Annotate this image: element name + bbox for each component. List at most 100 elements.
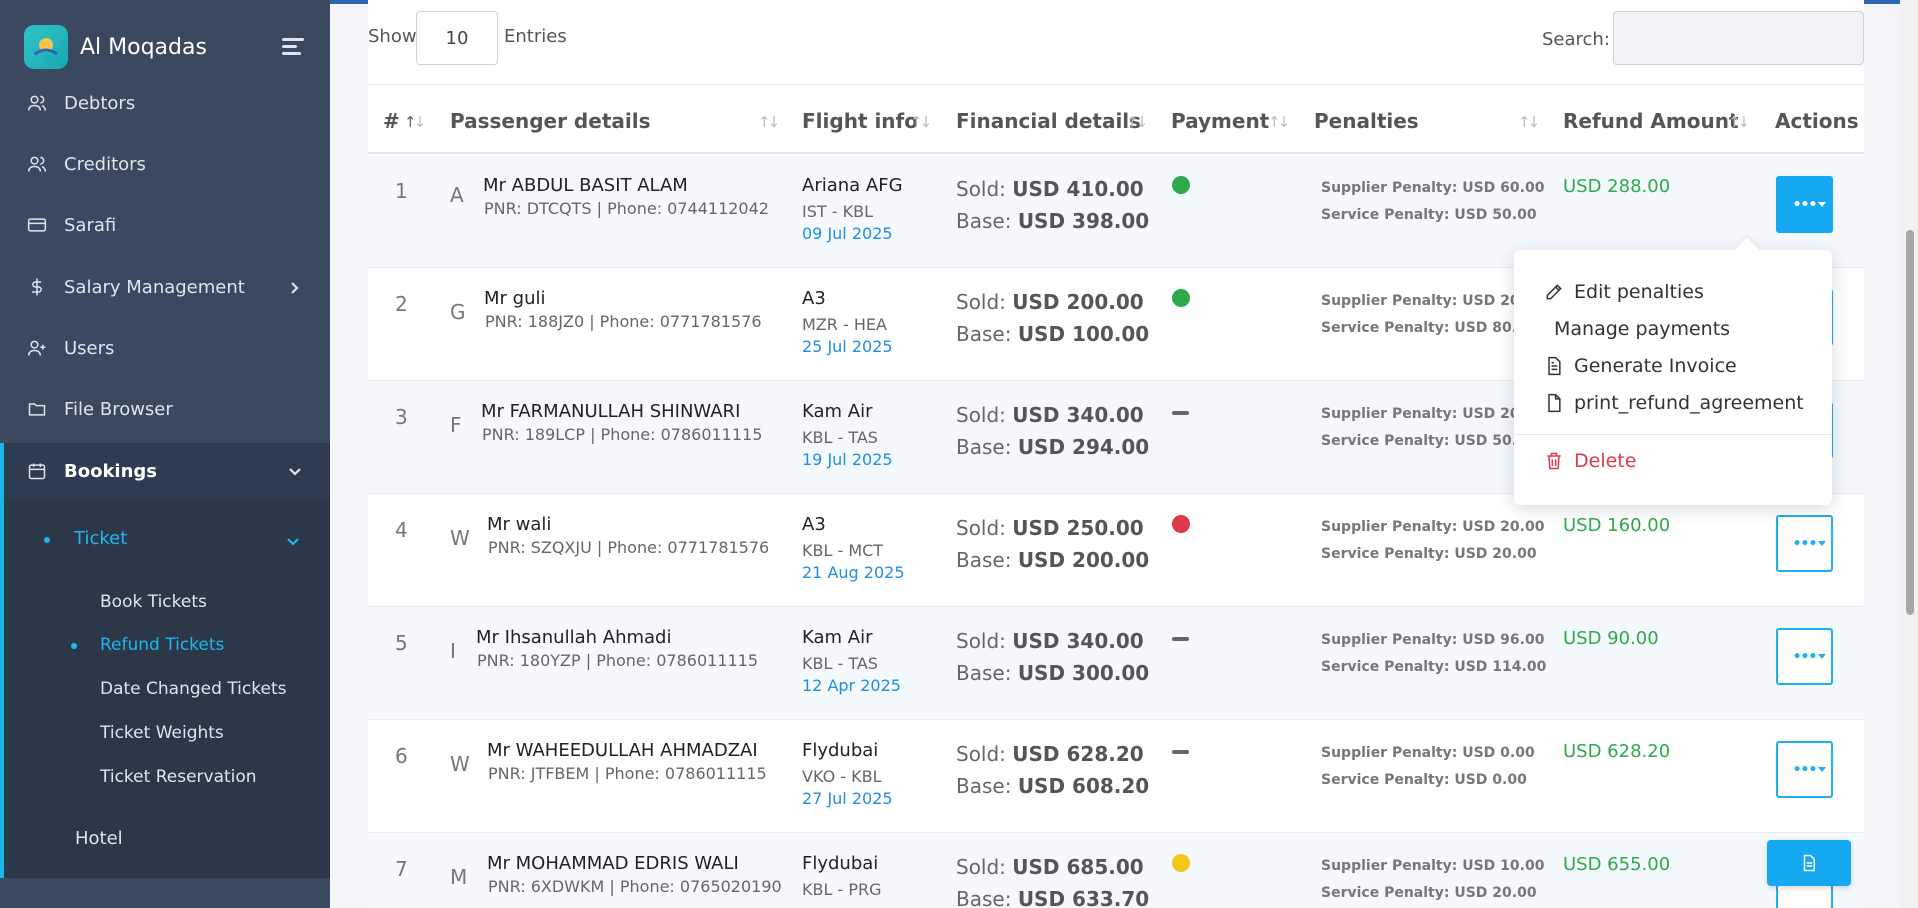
row-actions-button[interactable]: ••• — [1776, 515, 1833, 572]
sidebar-item-ticket-reservation[interactable]: Ticket Reservation — [100, 767, 257, 787]
sidebar-item-debtors[interactable]: Debtors — [0, 75, 330, 131]
col-flight-info[interactable]: Flight info — [802, 109, 918, 133]
sidebar-item-ticket[interactable]: Ticket — [74, 528, 127, 549]
supplier-penalty: Supplier Penalty: USD 20.00 — [1321, 406, 1545, 422]
passenger-name: Mr MOHAMMAD EDRIS WALI — [487, 853, 739, 874]
row-actions-button[interactable]: ••• — [1776, 176, 1833, 233]
sidebar-item-refund-tickets[interactable]: Refund Tickets — [100, 635, 224, 655]
col-number[interactable]: # — [383, 109, 400, 133]
caret-down-icon — [1818, 767, 1826, 772]
passenger-name: Mr FARMANULLAH SHINWARI — [481, 401, 741, 422]
active-dot — [71, 643, 77, 649]
dropdown-divider — [1514, 434, 1832, 435]
passenger-pnr-phone: PNR: 188JZ0 | Phone: 0771781576 — [485, 312, 762, 331]
sold-amount: Sold: USD 410.00 — [956, 177, 1144, 201]
document-icon — [1548, 356, 1561, 376]
col-penalties[interactable]: Penalties — [1314, 109, 1419, 133]
search-input[interactable] — [1613, 11, 1864, 65]
row-number: 7 — [395, 857, 408, 881]
passenger-name: Mr WAHEEDULLAH AHMADZAI — [487, 740, 758, 761]
flight-route: MZR - HEA — [802, 315, 887, 334]
credit-card-icon — [26, 214, 48, 236]
flight-airline: Flydubai — [802, 853, 879, 874]
flight-date: 21 Aug 2025 — [802, 563, 905, 582]
row-number: 3 — [395, 405, 408, 429]
sort-icon[interactable]: ↑↓ — [1126, 113, 1148, 131]
users-icon — [26, 92, 48, 114]
sidebar-item-label: Users — [64, 337, 115, 359]
sidebar-item-sarafi[interactable]: Sarafi — [0, 197, 330, 253]
base-amount: Base: USD 200.00 — [956, 548, 1150, 572]
refund-amount: USD 90.00 — [1563, 628, 1659, 649]
app-logo-icon — [24, 25, 68, 69]
entries-label: Entries — [504, 26, 567, 47]
caret-down-icon — [1818, 541, 1826, 546]
base-amount: Base: USD 398.00 — [956, 209, 1150, 233]
base-amount: Base: USD 294.00 — [956, 435, 1150, 459]
sort-icon[interactable]: ↑↓ — [1518, 113, 1540, 131]
flight-date: 25 Jul 2025 — [802, 337, 893, 356]
menu-toggle-icon[interactable] — [282, 38, 304, 56]
service-penalty: Service Penalty: USD 20.00 — [1321, 546, 1537, 562]
row-number: 6 — [395, 744, 408, 768]
sidebar-item-date-changed-tickets[interactable]: Date Changed Tickets — [100, 679, 286, 699]
passenger-pnr-phone: PNR: SZQXJU | Phone: 0771781576 — [488, 538, 770, 557]
sort-icon[interactable]: ↑↓ — [1268, 113, 1290, 131]
base-amount: Base: USD 633.70 — [956, 887, 1150, 908]
passenger-pnr-phone: PNR: 180YZP | Phone: 0786011115 — [477, 651, 759, 670]
sidebar-item-salary-management[interactable]: Salary Management — [0, 259, 330, 315]
col-refund-amount[interactable]: Refund Amount — [1563, 109, 1739, 133]
flight-airline: A3 — [802, 288, 826, 309]
chevron-down-icon — [288, 463, 302, 477]
payment-status-indicator — [1172, 411, 1189, 415]
flight-date: 27 Jul 2025 — [802, 789, 893, 808]
sidebar-item-bookings[interactable]: Bookings — [0, 443, 330, 499]
col-actions: Actions — [1775, 109, 1859, 133]
sidebar-item-label: Debtors — [64, 92, 136, 114]
col-payment[interactable]: Payment — [1171, 109, 1269, 133]
sidebar: Al Moqadas Debtors Creditors Sarafi Sala… — [0, 0, 330, 908]
print-refund-agreement-menu-item[interactable]: print_refund_agreement — [1544, 392, 1804, 414]
sold-amount: Sold: USD 200.00 — [956, 290, 1144, 314]
base-amount: Base: USD 300.00 — [956, 661, 1150, 685]
sort-icon[interactable]: ↑↓ — [758, 113, 780, 131]
dollar-icon — [26, 276, 48, 298]
passenger-initial: W — [450, 752, 470, 776]
sidebar-item-users[interactable]: Users — [0, 320, 330, 376]
row-actions-button[interactable]: ••• — [1776, 628, 1833, 685]
more-icon: ••• — [1792, 535, 1818, 552]
sidebar-item-hotel[interactable]: Hotel — [75, 828, 123, 849]
chevron-right-icon — [288, 279, 302, 294]
col-financial-details[interactable]: Financial details — [956, 109, 1141, 133]
floating-document-button[interactable] — [1767, 840, 1851, 886]
passenger-pnr-phone: PNR: DTCQTS | Phone: 0744112042 — [484, 199, 769, 218]
sidebar-item-creditors[interactable]: Creditors — [0, 136, 330, 192]
sidebar-item-label: File Browser — [64, 398, 173, 420]
sold-amount: Sold: USD 340.00 — [956, 403, 1144, 427]
sort-icon[interactable]: ↑↓ — [910, 113, 932, 131]
entries-select[interactable]: 10 — [416, 11, 498, 65]
delete-menu-item[interactable]: Delete — [1544, 450, 1636, 472]
flight-route: VKO - KBL — [802, 767, 882, 786]
scrollbar-thumb[interactable] — [1906, 230, 1914, 615]
flight-date: 12 Apr 2025 — [802, 676, 901, 695]
service-penalty: Service Penalty: USD 0.00 — [1321, 772, 1527, 788]
row-number: 4 — [395, 518, 408, 542]
sort-icon[interactable]: ↑↓ — [404, 113, 426, 131]
sidebar-item-label: Sarafi — [64, 214, 117, 236]
row-actions-button[interactable]: ••• — [1776, 741, 1833, 798]
manage-payments-menu-item[interactable]: Manage payments — [1554, 318, 1730, 340]
table-row: 7 M Mr MOHAMMAD EDRIS WALI PNR: 6XDWKM |… — [368, 833, 1864, 908]
sort-icon[interactable]: ↑↓ — [1728, 113, 1750, 131]
supplier-penalty: Supplier Penalty: USD 0.00 — [1321, 745, 1535, 761]
sidebar-item-book-tickets[interactable]: Book Tickets — [100, 592, 207, 612]
document-icon — [1803, 854, 1815, 872]
generate-invoice-menu-item[interactable]: Generate Invoice — [1544, 355, 1737, 377]
sidebar-item-ticket-weights[interactable]: Ticket Weights — [100, 723, 224, 743]
sold-amount: Sold: USD 340.00 — [956, 629, 1144, 653]
table-row: 4 W Mr wali PNR: SZQXJU | Phone: 0771781… — [368, 494, 1864, 607]
brand[interactable]: Al Moqadas — [24, 25, 207, 69]
col-passenger-details[interactable]: Passenger details — [450, 109, 651, 133]
sidebar-item-file-browser[interactable]: File Browser — [0, 381, 330, 437]
edit-penalties-menu-item[interactable]: Edit penalties — [1544, 281, 1704, 303]
